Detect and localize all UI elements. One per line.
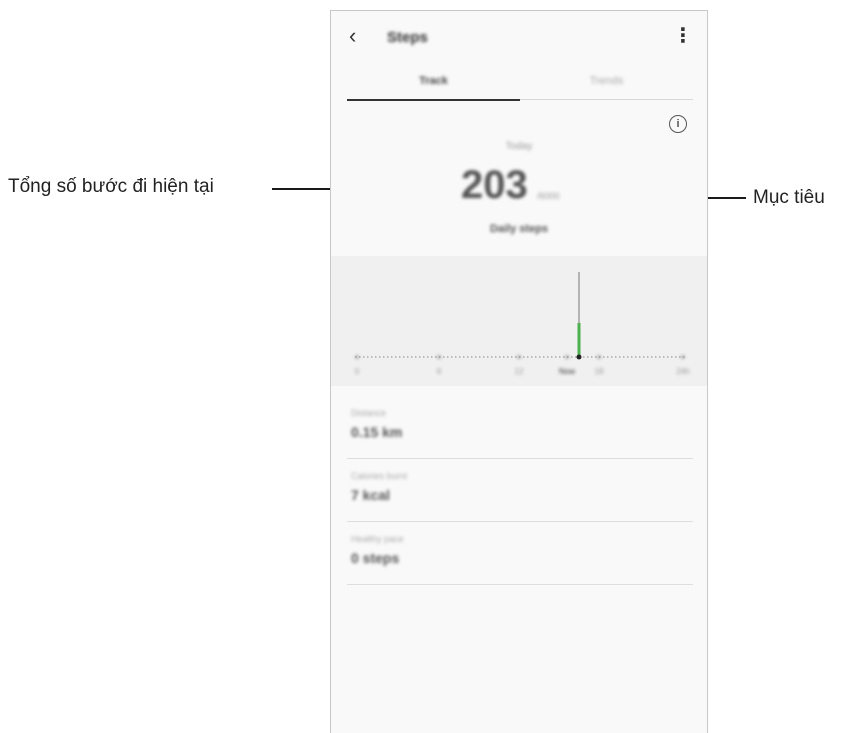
stat-calories[interactable]: Calories burnt 7 kcal	[347, 459, 693, 522]
stat-value: 7 kcal	[351, 487, 390, 503]
chart-tick-label: 6	[437, 367, 442, 376]
chart-bar-now	[577, 323, 581, 357]
stats-list: Distance 0.15 km Calories burnt 7 kcal H…	[347, 396, 693, 585]
tab-bar: Track Trends	[347, 69, 693, 101]
steps-chart-svg: 0 6 12 Now 18 24h	[355, 272, 690, 376]
chart-tick-label: 18	[595, 367, 604, 376]
tab-trends[interactable]: Trends	[520, 75, 693, 87]
stat-label: Distance	[351, 408, 387, 418]
page-title: Steps	[387, 29, 428, 46]
stat-label: Calories burnt	[351, 471, 408, 481]
tab-indicator	[347, 99, 520, 101]
now-marker-dot	[576, 354, 582, 360]
current-steps-value: 203	[461, 163, 528, 207]
callout-current-steps: Tổng số bước đi hiện tại	[8, 176, 214, 197]
kebab-menu-icon: ⋮	[673, 25, 693, 47]
chart-tick-label: Now	[559, 367, 575, 376]
back-button[interactable]: ‹	[349, 25, 356, 47]
step-goal-value: /6000	[537, 191, 560, 201]
chart-tick-dot	[565, 355, 569, 359]
chart-tick-dot	[681, 355, 685, 359]
chart-tick-dot	[437, 355, 441, 359]
steps-chart: 0 6 12 Now 18 24h	[331, 256, 707, 386]
chart-tick-dot	[355, 355, 359, 359]
chart-tick-label: 0	[355, 367, 360, 376]
chevron-left-icon: ‹	[349, 23, 357, 48]
stat-label: Healthy pace	[351, 534, 404, 544]
stat-value: 0.15 km	[351, 424, 403, 440]
info-icon: i	[676, 118, 680, 130]
callout-goal: Mục tiêu	[753, 187, 825, 208]
tab-track[interactable]: Track	[347, 75, 520, 87]
tab-divider	[520, 99, 693, 100]
phone-screen: ‹ Steps ⋮ Track Trends i Today 203 /6000…	[330, 10, 708, 733]
chart-tick-dot	[517, 355, 521, 359]
stat-healthy-pace[interactable]: Healthy pace 0 steps	[347, 522, 693, 585]
chart-tick-label: 12	[515, 367, 524, 376]
daily-steps-caption: Daily steps	[489, 223, 549, 235]
period-label: Today	[505, 141, 533, 152]
app-bar: ‹ Steps ⋮	[331, 11, 707, 63]
info-button[interactable]: i	[669, 115, 687, 133]
stat-value: 0 steps	[351, 550, 400, 566]
stat-distance[interactable]: Distance 0.15 km	[347, 396, 693, 459]
chart-tick-dot	[597, 355, 601, 359]
more-options-button[interactable]: ⋮	[673, 25, 693, 47]
chart-tick-label: 24h	[676, 367, 689, 376]
